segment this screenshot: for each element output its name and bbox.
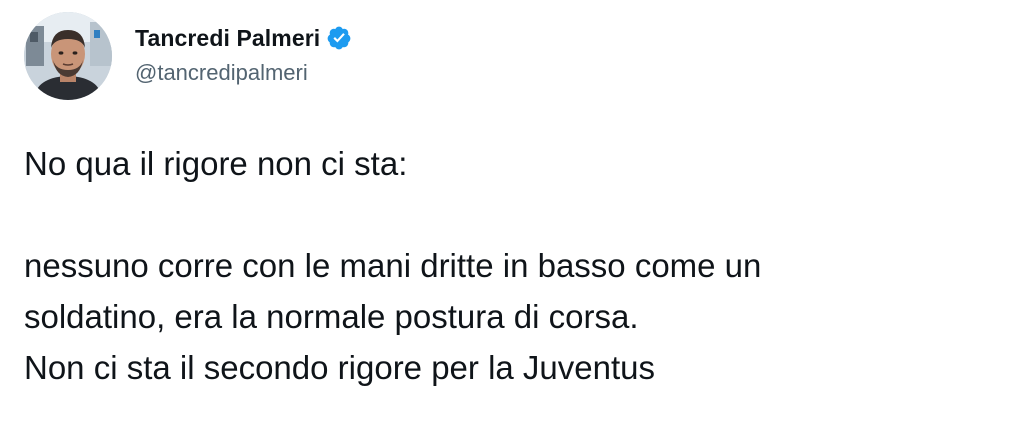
user-handle[interactable]: @tancredipalmeri (135, 60, 352, 86)
profile-photo-icon (24, 12, 112, 100)
tweet-line: nessuno corre con le mani dritte in bass… (24, 247, 762, 284)
verified-badge-icon (326, 25, 352, 51)
display-name[interactable]: Tancredi Palmeri (135, 25, 320, 52)
tweet-card: Tancredi Palmeri @tancredipalmeri No qua… (0, 0, 1024, 439)
avatar[interactable] (24, 12, 112, 100)
name-row: Tancredi Palmeri (135, 22, 352, 54)
tweet-line: soldatino, era la normale postura di cor… (24, 298, 639, 335)
tweet-line: Non ci sta il secondo rigore per la Juve… (24, 349, 655, 386)
author-block: Tancredi Palmeri @tancredipalmeri (135, 22, 352, 86)
tweet-line: No qua il rigore non ci sta: (24, 145, 408, 182)
tweet-text: No qua il rigore non ci sta: nessuno cor… (24, 138, 1004, 393)
